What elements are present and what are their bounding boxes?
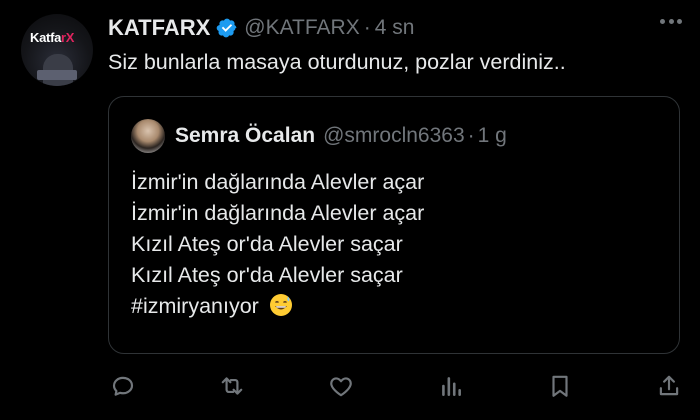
author-name[interactable]: KATFARX <box>108 15 210 41</box>
post-text: Siz bunlarla masaya oturdunuz, pozlar ve… <box>108 50 566 74</box>
share-icon[interactable] <box>654 371 684 401</box>
quoted-hashtag-line: #izmiryanıyor <box>131 291 424 322</box>
quoted-line: İzmir'in dağlarında Alevler açar <box>131 201 425 225</box>
quoted-author-handle[interactable]: @smrocln6363 <box>323 124 465 148</box>
reply-icon[interactable] <box>108 371 138 401</box>
avatar-laptop <box>37 70 77 80</box>
quoted-line: Kızıl Ateş or'da Alevler saçar <box>131 232 403 256</box>
quoted-line: İzmir'in dağlarında Alevler açar <box>131 170 425 194</box>
views-icon[interactable] <box>436 371 466 401</box>
like-icon[interactable] <box>326 371 356 401</box>
bookmark-icon[interactable] <box>545 371 575 401</box>
author-handle[interactable]: @KATFARX <box>244 16 359 40</box>
quoted-post-time[interactable]: 1 g <box>478 124 507 148</box>
repost-icon[interactable] <box>217 371 247 401</box>
grinning-sweat-emoji-icon <box>269 293 293 317</box>
verified-badge-icon <box>216 17 238 39</box>
action-bar <box>108 368 684 404</box>
quoted-post[interactable]: Semra Öcalan @smrocln6363 · 1 g İzmir'in… <box>108 96 680 354</box>
more-options-icon[interactable] <box>660 18 682 24</box>
post-time[interactable]: 4 sn <box>375 16 415 40</box>
quoted-post-text: İzmir'in dağlarında Alevler açar İzmir'i… <box>131 167 424 322</box>
quoted-line: Kızıl Ateş or'da Alevler saçar <box>131 263 403 287</box>
hashtag[interactable]: #izmiryanıyor <box>131 294 259 318</box>
avatar-logo: KatfarX <box>30 30 75 45</box>
quoted-author-avatar[interactable] <box>131 119 165 153</box>
post-header: KATFARX @KATFARX · 4 sn <box>108 10 414 46</box>
quoted-post-header: Semra Öcalan @smrocln6363 · 1 g <box>131 119 507 153</box>
separator-dot: · <box>467 124 475 147</box>
quoted-author-name[interactable]: Semra Öcalan <box>175 124 315 148</box>
author-avatar[interactable]: KatfarX <box>21 14 93 86</box>
separator-dot: · <box>363 16 371 39</box>
